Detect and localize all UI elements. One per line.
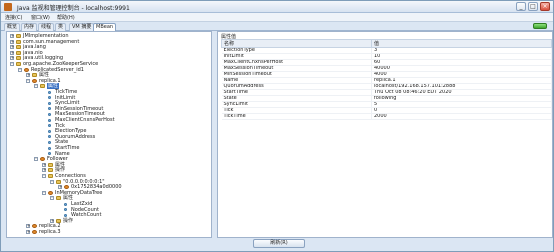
mbean-tree[interactable]: + JMImplementation + com.sun.management + jav… [6,31,212,238]
folder-icon [16,34,21,38]
column-header-name[interactable]: 名称 [221,39,372,48]
column-header-value[interactable]: 值 [371,39,552,48]
attribute-value: 2000 [371,113,552,120]
attribute-icon [64,202,67,206]
expand-icon[interactable]: + [10,39,14,44]
attribute-icon [48,140,51,144]
folder-icon [56,196,61,201]
collapse-icon[interactable]: - [26,78,30,83]
java-coffee-icon [4,3,12,11]
expand-icon[interactable]: + [10,50,14,55]
app-window: Java 监视和管理控制台 - localhost:9991 _ □ × 连接(… [0,0,554,252]
refresh-button[interactable]: 刷新(R) [253,239,305,248]
menu-help[interactable]: 帮助(H) [57,14,75,21]
mbean-icon [32,78,37,83]
mbean-icon [32,224,37,229]
window-title: Java 监视和管理控制台 - localhost:9991 [17,5,130,12]
attribute-icon [48,96,51,100]
tab-classes[interactable]: 类 [55,23,67,31]
tab-bar: 概览 内存 线程 类 VM 摘要 MBean [1,22,553,31]
folder-icon [16,56,21,61]
collapse-icon[interactable]: - [50,179,54,184]
menu-window[interactable]: 窗口(W) [31,14,50,21]
attribute-icon [48,146,51,150]
minimize-button[interactable]: _ [516,2,526,11]
attribute-icon [48,135,51,139]
folder-icon [56,179,61,184]
expand-icon[interactable]: + [58,185,62,190]
tab-overview[interactable]: 概览 [4,23,21,31]
collapse-icon[interactable]: - [18,67,22,72]
folder-icon [48,162,53,167]
folder-icon [40,84,45,89]
attribute-icon [64,213,67,217]
tab-vm-summary[interactable]: VM 摘要 [69,23,95,31]
attribute-icon [48,152,51,156]
attribute-icon [48,129,51,133]
folder-icon [48,174,53,178]
attribute-icon [48,101,51,105]
table-row[interactable]: TickTime 2000 [221,113,552,120]
folder-icon [16,62,21,66]
expand-icon[interactable]: + [26,73,30,78]
collapse-icon[interactable]: - [34,84,38,89]
tab-mbean[interactable]: MBean [93,23,117,31]
mbean-icon [48,190,53,195]
expand-icon[interactable]: + [10,56,14,61]
attribute-panel: 属性值 名称 值 ElectionType 3 InitLimit 10 MaxClie… [217,31,553,238]
tree-node-label: WatchCount [71,212,102,219]
maximize-button[interactable]: □ [528,2,538,11]
folder-icon [16,50,21,55]
collapse-icon[interactable]: - [34,157,38,162]
folder-icon [16,39,21,44]
attribute-icon [48,107,51,111]
tree-node-label: replica.3 [39,229,61,235]
expand-icon[interactable]: + [42,168,46,173]
mbean-icon [40,157,45,162]
expand-icon[interactable]: + [26,224,30,229]
attribute-icon [48,118,51,122]
title-bar: Java 监视和管理控制台 - localhost:9991 _ □ × [1,1,553,13]
expand-icon[interactable]: + [10,45,14,50]
attribute-table: 名称 值 ElectionType 3 InitLimit 10 MaxClientCn… [221,39,552,120]
close-button[interactable]: × [540,2,550,11]
collapse-icon[interactable]: - [42,190,46,195]
expand-icon[interactable]: + [50,218,54,223]
mbean-icon [32,230,37,234]
attribute-name: TickTime [221,113,372,120]
attribute-icon [48,124,51,128]
tab-memory[interactable]: 内存 [21,23,38,31]
attribute-icon [48,90,51,94]
mbean-icon [24,67,29,72]
expand-icon[interactable]: + [10,34,14,38]
mbean-icon [64,185,69,190]
expand-icon[interactable]: + [42,162,46,167]
folder-icon [32,73,37,78]
collapse-icon[interactable]: - [10,62,14,66]
tab-threads[interactable]: 线程 [38,23,55,31]
collapse-icon[interactable]: - [50,196,54,201]
attribute-icon [64,208,67,212]
folder-icon [56,218,61,223]
folder-icon [48,168,53,173]
collapse-icon[interactable]: - [42,174,46,178]
menu-bar: 连接(C) 窗口(W) 帮助(H) [1,13,553,22]
connection-status-icon [533,23,547,29]
folder-icon [16,45,21,50]
menu-connection[interactable]: 连接(C) [5,14,22,21]
tree-node-label: 操作 [63,217,74,224]
attribute-icon [48,112,51,116]
expand-icon[interactable]: + [26,230,30,234]
